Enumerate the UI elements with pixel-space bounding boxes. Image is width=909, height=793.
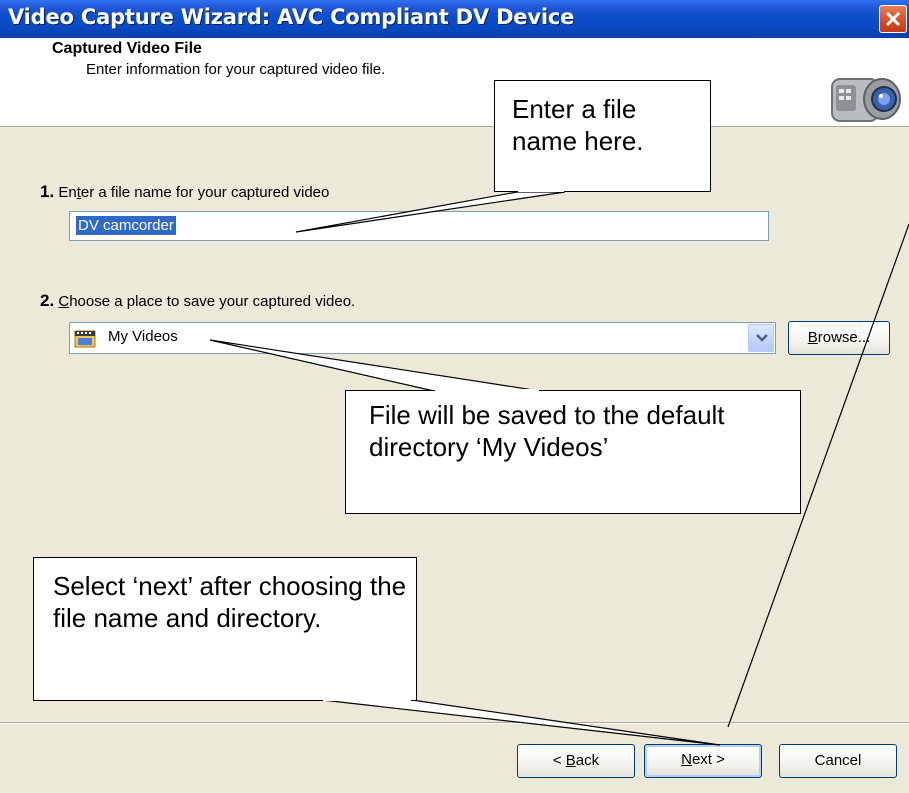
- wizard-window: Video Capture Wizard: AVC Compliant DV D…: [0, 0, 909, 793]
- folder-value: My Videos: [108, 328, 178, 345]
- filename-value: DV camcorder: [76, 216, 176, 235]
- cancel-button[interactable]: Cancel: [779, 744, 897, 778]
- callout-directory: File will be saved to the default direct…: [345, 390, 801, 514]
- browse-button[interactable]: Browse...: [788, 321, 890, 355]
- callout-filename: Enter a file name here.: [494, 80, 711, 192]
- title-bar[interactable]: Video Capture Wizard: AVC Compliant DV D…: [0, 0, 909, 38]
- footer-divider: [0, 722, 909, 724]
- header-subtitle: Enter information for your captured vide…: [86, 61, 386, 78]
- step1-label: 1. Enter a file name for your captured v…: [40, 182, 330, 201]
- window-title: Video Capture Wizard: AVC Compliant DV D…: [8, 5, 575, 29]
- close-icon: [885, 11, 901, 27]
- next-button[interactable]: Next >: [644, 744, 762, 778]
- header-title: Captured Video File: [52, 40, 202, 57]
- callout-next: Select ‘next’ after choosing the file na…: [33, 557, 417, 701]
- back-button[interactable]: < Back: [517, 744, 635, 778]
- close-button[interactable]: [879, 5, 907, 33]
- folder-select[interactable]: My Videos: [69, 322, 776, 354]
- camcorder-icon: [831, 78, 901, 122]
- dropdown-button[interactable]: [748, 324, 774, 352]
- filename-input[interactable]: DV camcorder: [69, 211, 769, 241]
- folder-icon: [74, 330, 96, 348]
- chevron-down-icon: [756, 334, 768, 342]
- step2-label: 2. Choose a place to save your captured …: [40, 291, 356, 310]
